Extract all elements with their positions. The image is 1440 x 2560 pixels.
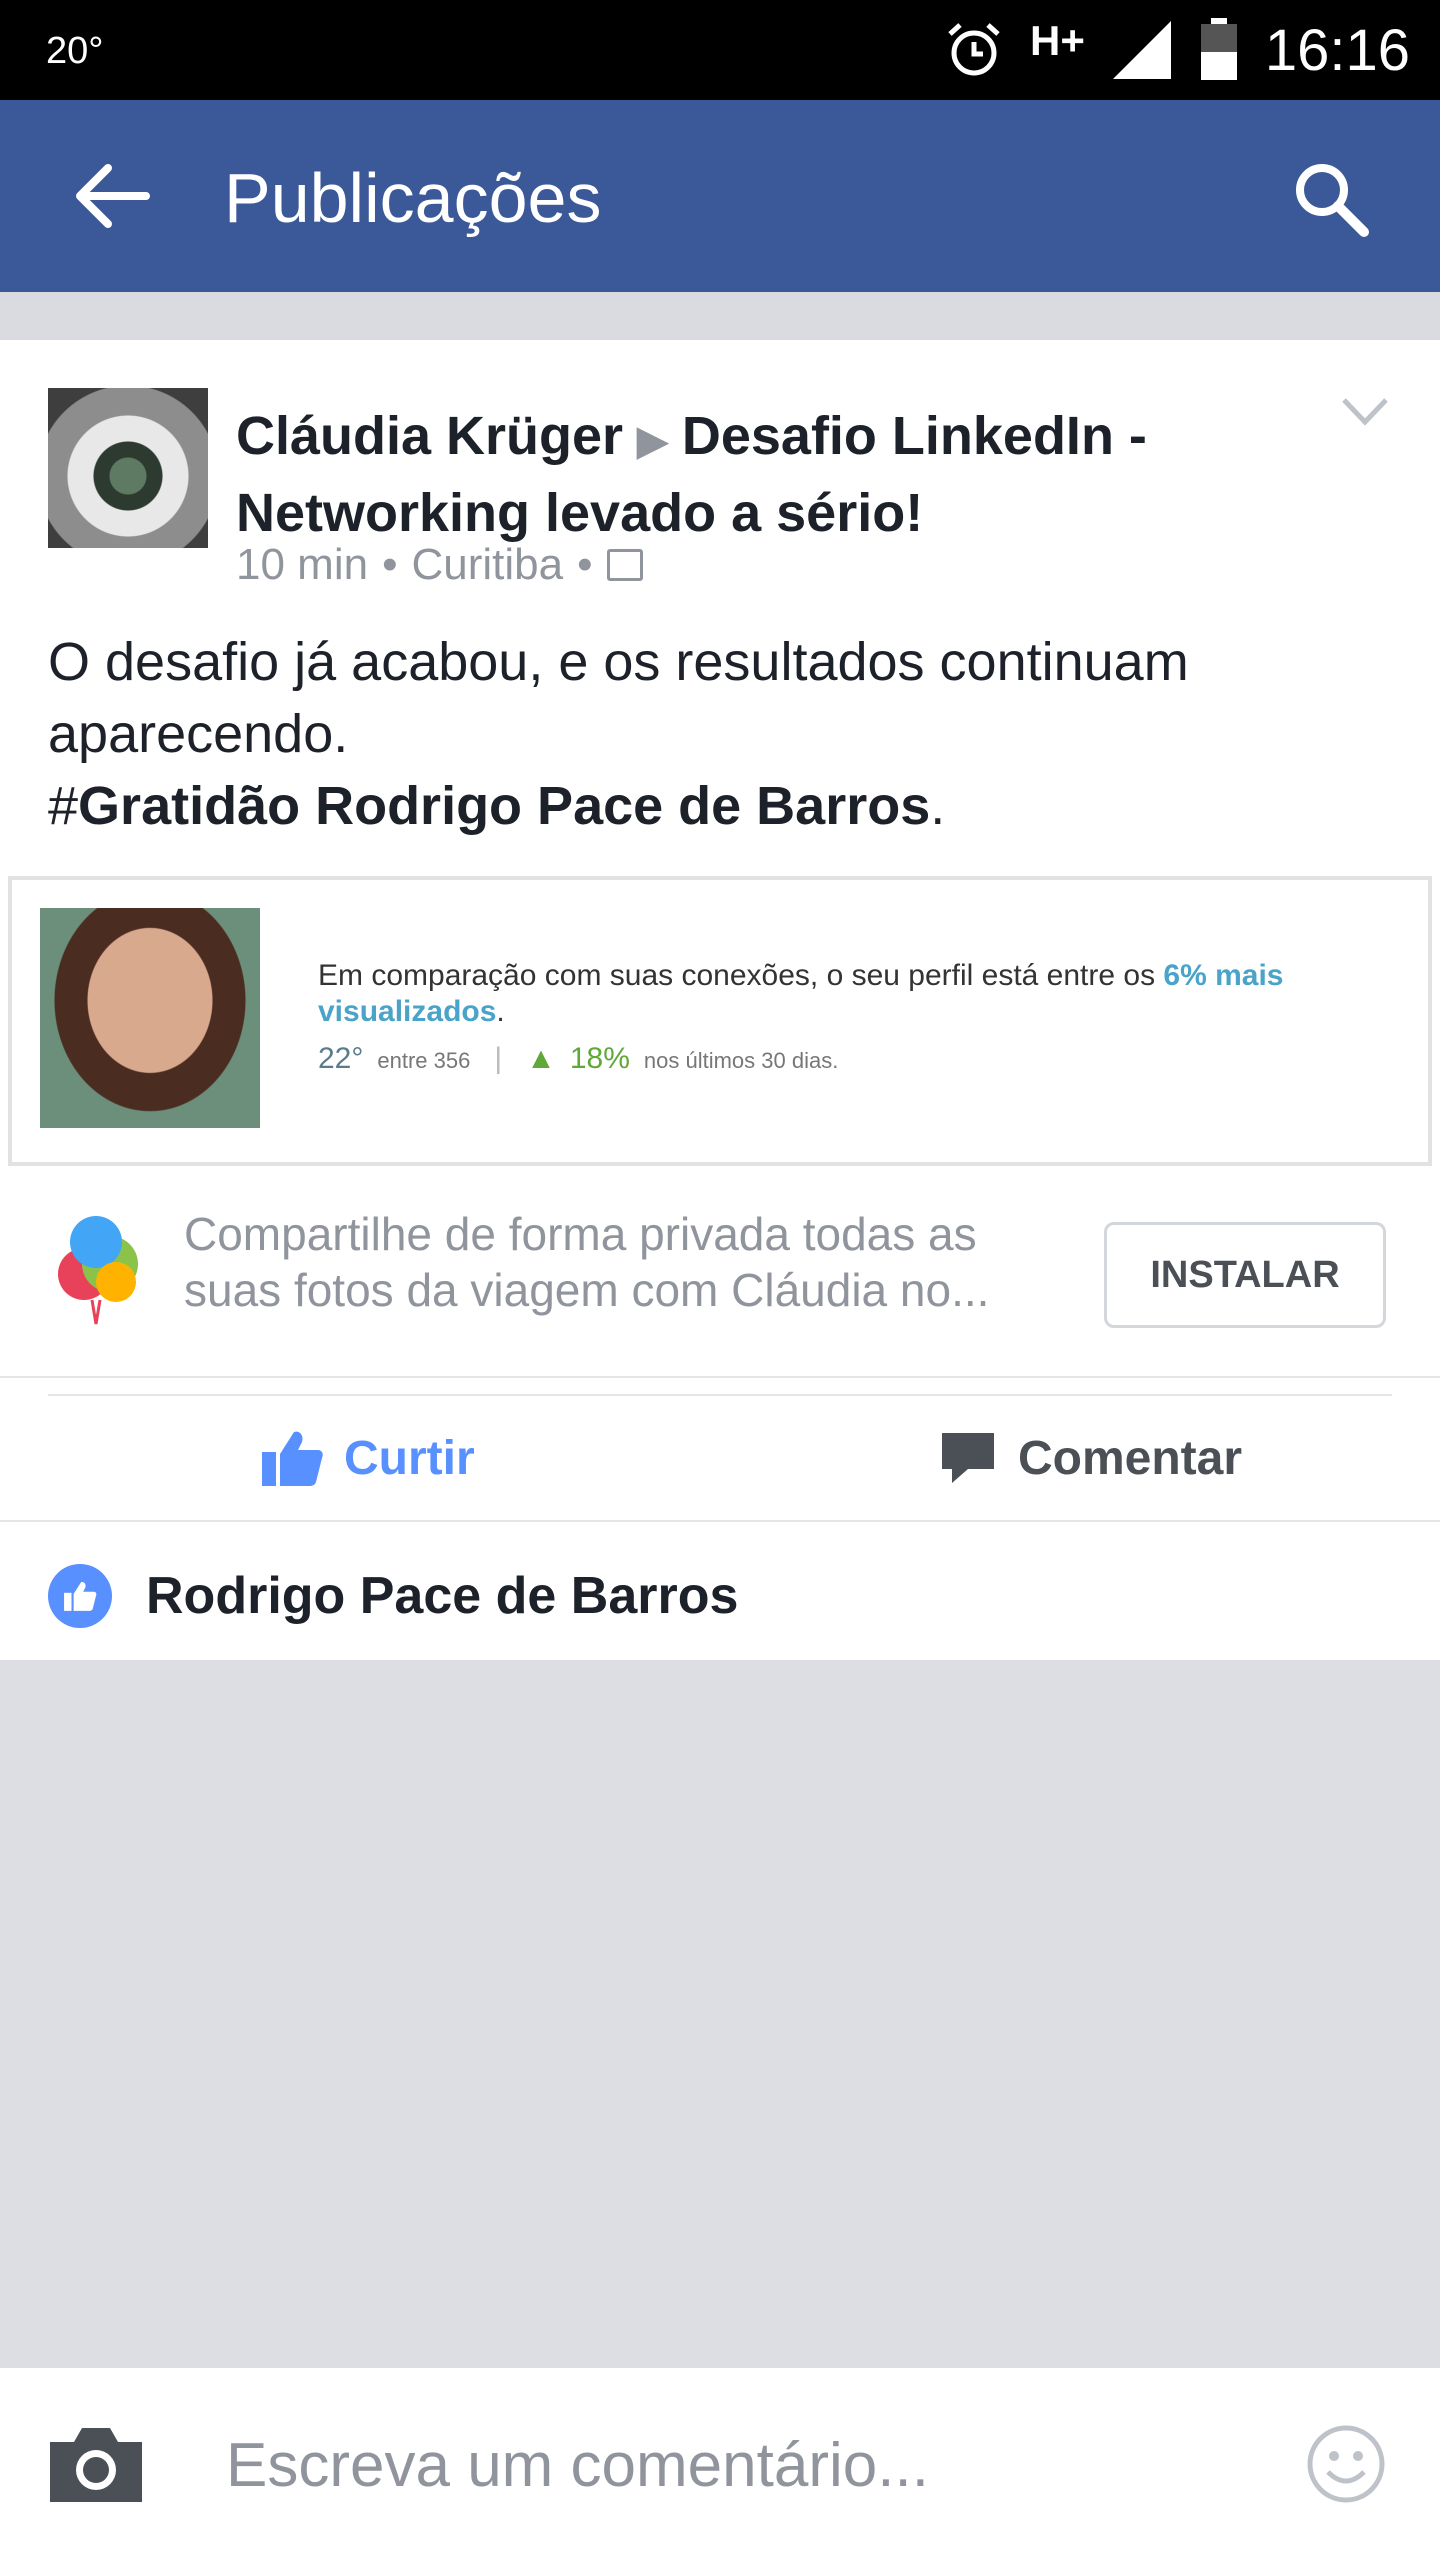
comment-button[interactable]: Comentar — [938, 1420, 1242, 1496]
camera-icon[interactable] — [44, 2422, 148, 2506]
hashtag-prefix: # — [48, 776, 79, 836]
group-privacy-icon — [606, 549, 643, 581]
growth-up-icon: ▲ — [526, 1042, 556, 1075]
profile-photo — [40, 908, 260, 1128]
page-title: Publicações — [224, 159, 602, 237]
smiley-icon[interactable] — [1306, 2424, 1386, 2504]
status-bar: 20° H+ 16:16 — [0, 0, 1440, 100]
like-badge-icon — [48, 1564, 112, 1628]
comment-composer — [0, 2368, 1440, 2560]
hashtag-suffix: . — [930, 776, 946, 836]
search-icon[interactable] — [1290, 158, 1370, 238]
image-caption: Em comparação com suas conexões, o seu p… — [318, 958, 1358, 1030]
comment-label: Comentar — [1018, 1431, 1243, 1485]
growth-value: 18% — [569, 1042, 630, 1075]
post-meta: 10 min • Curitiba • — [236, 540, 643, 590]
rank-value: 22° — [318, 1042, 364, 1075]
post-image[interactable]: Em comparação com suas conexões, o seu p… — [8, 876, 1432, 1166]
feed-spacer — [0, 292, 1440, 340]
comment-input[interactable] — [224, 2416, 1228, 2514]
install-button[interactable]: INSTALAR — [1104, 1222, 1386, 1328]
likes-summary[interactable]: Rodrigo Pace de Barros — [0, 1522, 1440, 1660]
app-bar: Publicações — [0, 100, 1440, 292]
like-label: Curtir — [344, 1431, 475, 1485]
post-time[interactable]: 10 min — [236, 540, 368, 590]
app-promo: Compartilhe de forma privada todas as su… — [0, 1166, 1440, 1378]
caption-suffix: . — [496, 995, 505, 1028]
post-card: Cláudia Krüger ▶ Desafio LinkedIn - Networ… — [0, 340, 1440, 1660]
promo-text: Compartilhe de forma privada todas as su… — [184, 1208, 990, 1316]
comment-bubble-icon — [942, 1433, 994, 1483]
growth-period: nos últimos 30 dias. — [643, 1048, 839, 1073]
post-header: Cláudia Krüger ▶ Desafio LinkedIn - Networ… — [236, 400, 1176, 549]
image-stats: 22° entre 356 | ▲ 18% nos últimos 30 dia… — [318, 1042, 838, 1076]
hashtag-link[interactable]: Gratidão Rodrigo Pace de Barros — [78, 776, 930, 836]
signal-icon — [1112, 21, 1171, 79]
chevron-down-icon[interactable] — [1340, 392, 1390, 432]
stats-divider: | — [494, 1042, 503, 1075]
arrow-right-icon: ▶ — [637, 419, 668, 463]
meta-separator: • — [577, 540, 593, 589]
author-avatar[interactable] — [48, 388, 208, 548]
liker-name[interactable]: Rodrigo Pace de Barros — [146, 1566, 738, 1626]
action-bar: Curtir Comentar — [0, 1396, 1440, 1522]
rank-of: entre 356 — [377, 1048, 471, 1073]
post-body: O desafio já acabou, e os resultados con… — [48, 632, 1189, 764]
clock: 16:16 — [1264, 17, 1410, 83]
like-button[interactable]: Curtir — [260, 1420, 475, 1496]
temperature-indicator: 20° — [46, 30, 104, 72]
caption-prefix: Em comparação com suas conexões, o seu p… — [318, 959, 1164, 992]
alarm-icon — [948, 23, 1000, 76]
status-icons: H+ 16:16 — [944, 14, 1410, 86]
battery-icon — [1200, 18, 1237, 80]
back-arrow-icon[interactable] — [72, 160, 152, 232]
meta-separator: • — [382, 540, 398, 589]
network-type: H+ — [1029, 17, 1085, 64]
thumbs-up-icon — [262, 1431, 323, 1486]
balloons-icon — [58, 1216, 138, 1325]
author-name[interactable]: Cláudia Krüger — [236, 406, 623, 466]
post-text: O desafio já acabou, e os resultados con… — [48, 626, 1388, 842]
post-location[interactable]: Curitiba — [411, 540, 563, 590]
